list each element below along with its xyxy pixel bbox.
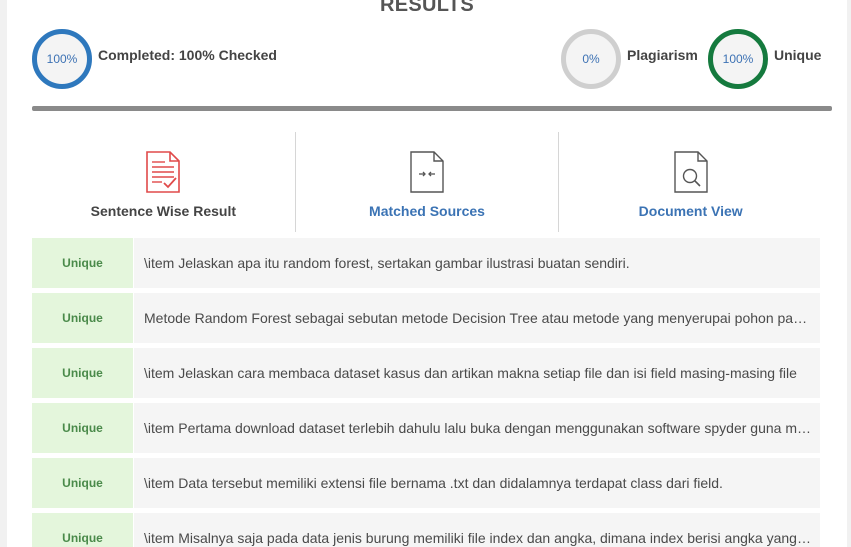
document-search-icon (673, 151, 708, 193)
plagiarism-label: Plagiarism (627, 47, 698, 63)
status-badge: Unique (32, 348, 133, 398)
sentence-text: \item Misalnya saja pada data jenis buru… (144, 530, 814, 546)
result-row[interactable]: Unique \item Jelaskan apa itu random for… (32, 238, 820, 288)
status-badge: Unique (32, 458, 133, 508)
page-title: RESULTS (380, 0, 474, 16)
plagiarism-ring: 0% (561, 29, 621, 89)
progress-bar (32, 106, 832, 111)
sentence-cell: \item Jelaskan apa itu random forest, se… (134, 238, 820, 288)
result-row[interactable]: Unique \item Data tersebut memiliki exte… (32, 458, 820, 508)
completed-percent: 100% (46, 52, 78, 66)
status-badge: Unique (32, 403, 133, 453)
sentence-cell: \item Data tersebut memiliki extensi fil… (134, 458, 820, 508)
sentence-cell: \item Misalnya saja pada data jenis buru… (134, 513, 820, 547)
results-card: RESULTS 100% Completed: 100% Checked 0% … (7, 0, 847, 547)
sentence-cell: Metode Random Forest sebagai sebutan met… (134, 293, 820, 343)
sentence-cell: \item Jelaskan cara membaca dataset kasu… (134, 348, 820, 398)
plagiarism-percent: 0% (582, 52, 600, 66)
result-tabs: Sentence Wise Result Matched Sources Doc… (32, 132, 822, 232)
tab-document-view[interactable]: Document View (558, 132, 822, 232)
result-row[interactable]: Unique \item Pertama download dataset te… (32, 403, 820, 453)
tab-label: Sentence Wise Result (90, 203, 237, 219)
document-check-icon (146, 151, 181, 193)
sentence-cell: \item Pertama download dataset terlebih … (134, 403, 820, 453)
status-badge: Unique (32, 513, 133, 547)
completed-label: Completed: 100% Checked (98, 47, 277, 63)
unique-percent: 100% (722, 52, 754, 66)
status-badge: Unique (32, 293, 133, 343)
sentence-text: Metode Random Forest sebagai sebutan met… (144, 310, 814, 326)
sentence-result-list: Unique \item Jelaskan apa itu random for… (32, 238, 820, 547)
tab-sentence-wise-result[interactable]: Sentence Wise Result (32, 132, 295, 232)
sentence-text: \item Jelaskan cara membaca dataset kasu… (144, 365, 797, 381)
sentence-text: \item Data tersebut memiliki extensi fil… (144, 475, 723, 491)
unique-ring: 100% (708, 29, 768, 89)
tab-matched-sources[interactable]: Matched Sources (294, 132, 559, 232)
status-badge: Unique (32, 238, 133, 288)
tab-label: Matched Sources (369, 203, 485, 219)
tab-label: Document View (638, 203, 743, 219)
result-row[interactable]: Unique \item Misalnya saja pada data jen… (32, 513, 820, 547)
document-arrows-icon (410, 151, 444, 193)
unique-label: Unique (774, 47, 822, 63)
result-row[interactable]: Unique \item Jelaskan cara membaca datas… (32, 348, 820, 398)
result-row[interactable]: Unique Metode Random Forest sebagai sebu… (32, 293, 820, 343)
sentence-text: \item Jelaskan apa itu random forest, se… (144, 255, 630, 271)
sentence-text: \item Pertama download dataset terlebih … (144, 420, 814, 436)
completed-ring: 100% (32, 29, 92, 89)
